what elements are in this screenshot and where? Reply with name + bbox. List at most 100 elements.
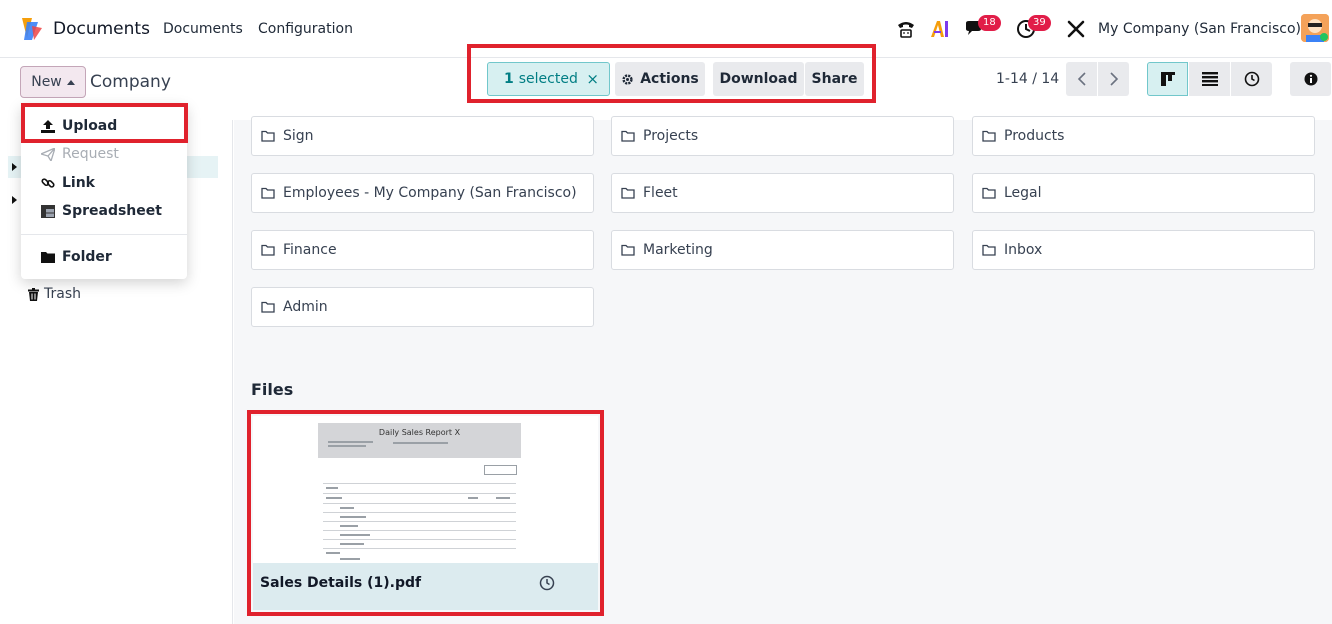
tree-caret-icon[interactable]: [12, 196, 17, 204]
share-label: Share: [811, 71, 858, 87]
kanban-view-button[interactable]: [1147, 62, 1188, 96]
app-name[interactable]: Documents: [53, 19, 150, 39]
caret-up-icon: [66, 79, 75, 85]
folder-card-projects[interactable]: Projects: [611, 116, 954, 156]
chevron-right-icon: [1109, 72, 1118, 86]
tree-caret-icon[interactable]: [12, 163, 17, 171]
pager-previous-button[interactable]: [1066, 62, 1097, 96]
folder-icon: [621, 187, 635, 199]
clear-selection-icon[interactable]: ×: [586, 70, 599, 88]
menu-item-folder[interactable]: Folder: [41, 249, 112, 265]
actions-button[interactable]: Actions: [615, 62, 705, 96]
upload-highlight: [21, 103, 188, 143]
menu-item-request[interactable]: Request: [41, 146, 119, 162]
new-button[interactable]: New: [20, 66, 86, 98]
folder-card-products[interactable]: Products: [972, 116, 1315, 156]
folder-name: Fleet: [643, 185, 678, 201]
menu-item-folder-label: Folder: [62, 249, 112, 265]
tools-icon[interactable]: [1064, 17, 1088, 41]
pager-value[interactable]: 1-14 / 14: [996, 71, 1059, 87]
preview-line: [328, 441, 373, 443]
menu-divider: [21, 234, 187, 235]
folder-card-admin[interactable]: Admin: [251, 287, 594, 327]
preview-line: [468, 497, 478, 499]
preview-rule: [323, 521, 516, 522]
folder-icon: [261, 244, 275, 256]
link-icon: [41, 178, 55, 188]
breadcrumb: Company: [90, 72, 171, 92]
folder-name: Inbox: [1004, 242, 1043, 258]
menu-configuration[interactable]: Configuration: [258, 21, 353, 37]
messages-badge: 18: [978, 15, 1001, 31]
preview-line: [326, 487, 338, 489]
menu-item-request-label: Request: [62, 146, 119, 162]
sidebar-item-trash[interactable]: Trash: [28, 286, 81, 302]
folder-card-fleet[interactable]: Fleet: [611, 173, 954, 213]
ai-icon[interactable]: [928, 17, 952, 41]
menu-item-link-label: Link: [62, 175, 95, 191]
file-card[interactable]: Daily Sales Report X Sales Details (1).p…: [253, 416, 598, 610]
folder-card-inbox[interactable]: Inbox: [972, 230, 1315, 270]
list-icon: [1201, 72, 1218, 86]
sidebar-item-trash-label: Trash: [44, 286, 81, 302]
preview-line: [326, 552, 340, 554]
folder-icon: [261, 301, 275, 313]
phone-icon[interactable]: [894, 17, 918, 41]
pager-next-button[interactable]: [1098, 62, 1129, 96]
chevron-left-icon: [1077, 72, 1086, 86]
user-avatar[interactable]: [1301, 14, 1329, 42]
folder-card-legal[interactable]: Legal: [972, 173, 1315, 213]
menu-documents[interactable]: Documents: [163, 21, 243, 37]
preview-rule: [323, 548, 516, 549]
files-section-title: Files: [251, 380, 294, 399]
info-icon: [1304, 72, 1317, 86]
activity-view-button[interactable]: [1231, 62, 1272, 96]
list-view-button[interactable]: [1189, 62, 1230, 96]
menu-item-spreadsheet[interactable]: Spreadsheet: [41, 203, 162, 219]
folder-card-sign[interactable]: Sign: [251, 116, 594, 156]
folder-icon: [982, 187, 996, 199]
folder-icon: [982, 130, 996, 142]
file-thumbnail[interactable]: Daily Sales Report X: [253, 416, 598, 563]
preview-line: [340, 534, 370, 536]
download-button[interactable]: Download: [713, 62, 804, 96]
preview-line: [340, 507, 354, 509]
file-name: Sales Details (1).pdf: [260, 575, 422, 591]
preview-line: [393, 442, 448, 444]
selection-indicator: 1 selected ×: [487, 62, 610, 96]
folder-name: Sign: [283, 128, 314, 144]
details-panel-button[interactable]: [1290, 62, 1331, 96]
preview-line: [326, 497, 342, 499]
trash-icon: [28, 287, 39, 301]
menu-item-spreadsheet-label: Spreadsheet: [62, 203, 162, 219]
folder-card-marketing[interactable]: Marketing: [611, 230, 954, 270]
documents-app-logo[interactable]: [18, 16, 44, 42]
folder-icon: [621, 130, 635, 142]
document-preview: Daily Sales Report X: [318, 423, 521, 563]
actions-label: Actions: [640, 71, 699, 87]
selected-count: 1: [504, 71, 514, 87]
activities-badge: 39: [1028, 15, 1051, 31]
preview-rule: [323, 530, 516, 531]
folder-icon: [621, 244, 635, 256]
menu-item-link[interactable]: Link: [41, 175, 95, 191]
preview-line: [340, 525, 358, 527]
folder-card-employees[interactable]: Employees - My Company (San Francisco): [251, 173, 594, 213]
preview-rule: [323, 503, 516, 504]
company-switcher[interactable]: My Company (San Francisco): [1098, 21, 1301, 37]
preview-title: Daily Sales Report X: [378, 428, 461, 437]
gear-icon: [622, 73, 633, 85]
activity-clock-icon[interactable]: [539, 575, 555, 591]
preview-line: [340, 543, 364, 545]
share-button[interactable]: Share: [805, 62, 864, 96]
preview-date-box: [484, 465, 517, 475]
folder-icon: [982, 244, 996, 256]
folder-name: Finance: [283, 242, 337, 258]
preview-rule: [323, 512, 516, 513]
preview-rule: [323, 493, 516, 494]
preview-line: [328, 445, 366, 447]
folder-card-finance[interactable]: Finance: [251, 230, 594, 270]
folder-icon: [261, 187, 275, 199]
new-button-label: New: [31, 74, 62, 90]
folder-name: Marketing: [643, 242, 713, 258]
